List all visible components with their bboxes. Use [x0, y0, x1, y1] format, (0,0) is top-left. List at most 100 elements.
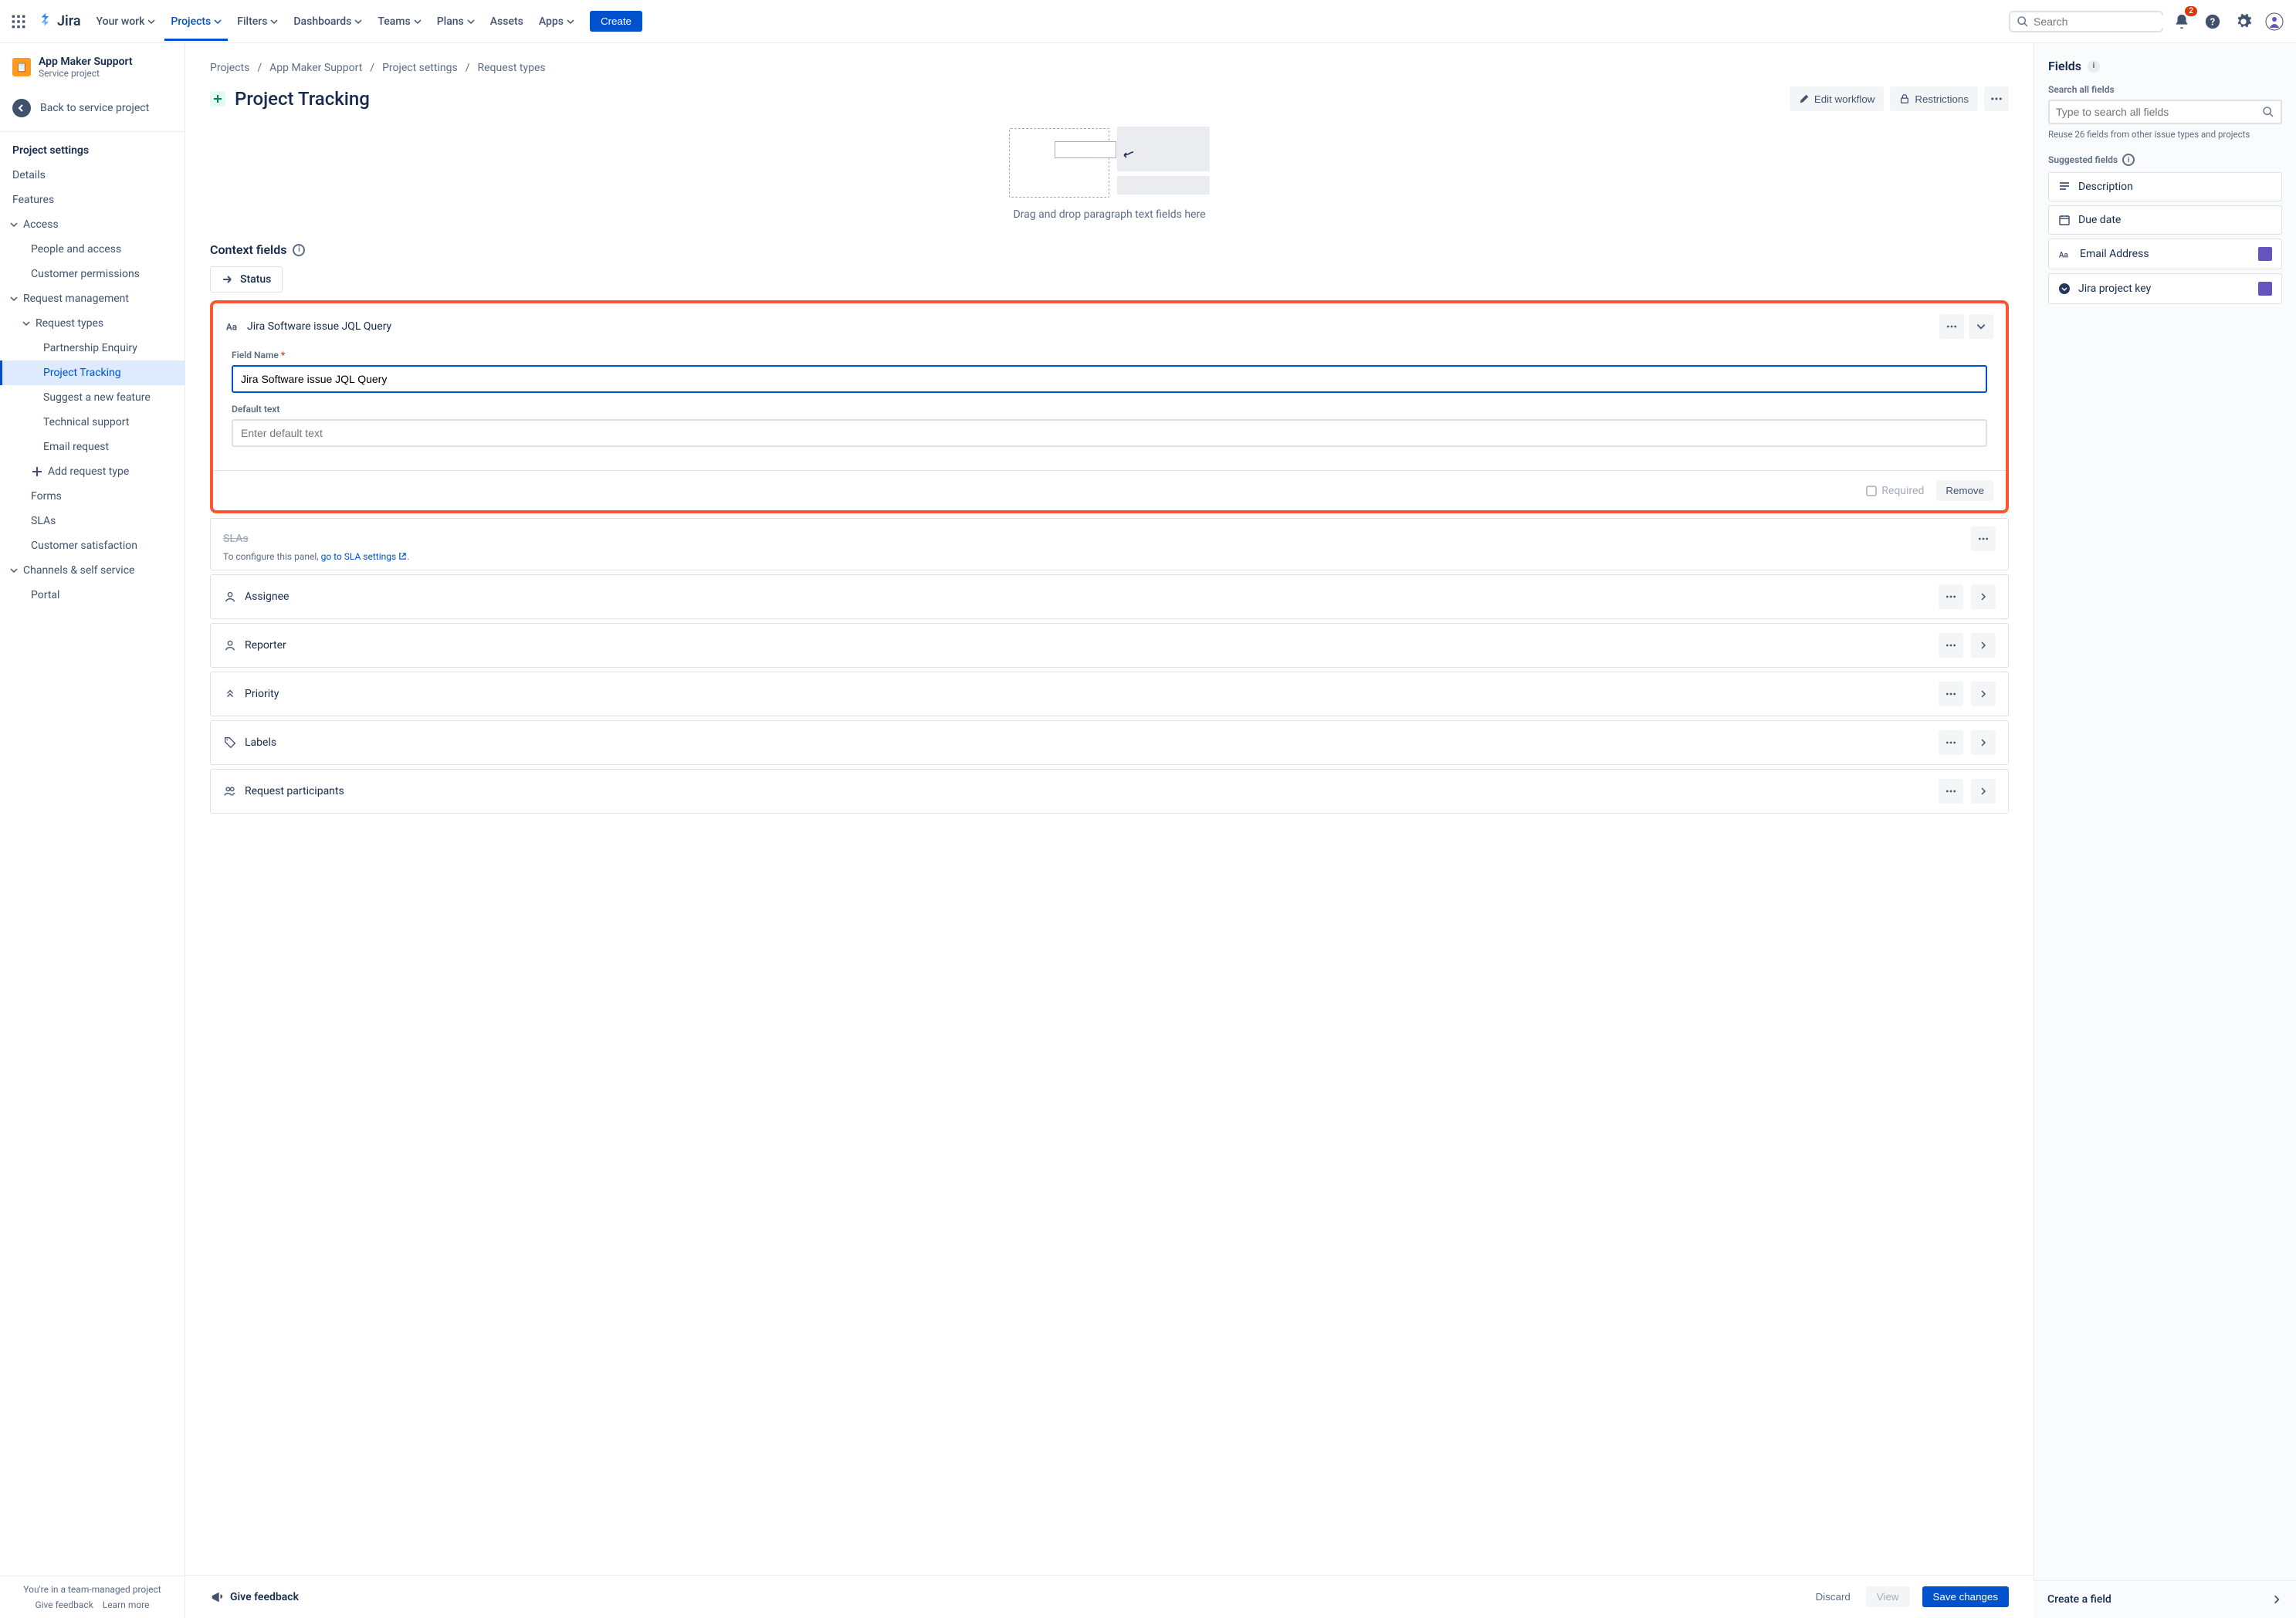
- row-more-button[interactable]: [1939, 584, 1963, 609]
- nav-dashboards[interactable]: Dashboards: [287, 2, 368, 41]
- sidebar-learn-more[interactable]: Learn more: [103, 1599, 150, 1610]
- sf-due-date[interactable]: Due date: [2048, 205, 2282, 235]
- more-actions-button[interactable]: [1984, 86, 2009, 111]
- project-type: Service project: [39, 68, 133, 79]
- fields-search[interactable]: [2048, 100, 2282, 124]
- sidebar-rt-email[interactable]: Email request: [0, 435, 185, 459]
- sidebar-rt-technical[interactable]: Technical support: [0, 410, 185, 435]
- restrictions-button[interactable]: Restrictions: [1890, 86, 1978, 111]
- sla-config-hint: To configure this panel, go to SLA setti…: [223, 551, 1996, 562]
- field-name-input[interactable]: [232, 365, 1987, 393]
- dropzone[interactable]: Drag and drop paragraph text fields here: [210, 127, 2009, 221]
- info-icon[interactable]: i: [2122, 154, 2135, 166]
- nav-teams[interactable]: Teams: [371, 2, 427, 41]
- sidebar-rt-partnership[interactable]: Partnership Enquiry: [0, 336, 185, 360]
- external-link-icon: [398, 552, 407, 560]
- required-checkbox[interactable]: Required: [1866, 485, 1924, 497]
- notifications-icon[interactable]: 2: [2169, 9, 2194, 34]
- sidebar-request-management[interactable]: Request management: [0, 286, 185, 311]
- edit-workflow-button[interactable]: Edit workflow: [1790, 86, 1885, 111]
- sf-email[interactable]: AaEmail Address: [2048, 239, 2282, 269]
- sidebar-details[interactable]: Details: [0, 163, 185, 188]
- sidebar-customer-permissions[interactable]: Customer permissions: [0, 262, 185, 286]
- project-avatar-icon: 📋: [12, 58, 31, 76]
- sf-description[interactable]: Description: [2048, 172, 2282, 201]
- row-expand-button[interactable]: [1971, 633, 1996, 658]
- sidebar-customer-satisfaction[interactable]: Customer satisfaction: [0, 533, 185, 558]
- ctx-row-reporter[interactable]: Reporter: [210, 623, 2009, 668]
- crumb-project-settings[interactable]: Project settings: [382, 62, 458, 74]
- sidebar-features[interactable]: Features: [0, 188, 185, 212]
- settings-icon[interactable]: [2231, 9, 2256, 34]
- info-icon[interactable]: i: [2088, 60, 2100, 73]
- back-to-project[interactable]: Back to service project: [0, 91, 185, 125]
- fields-search-input[interactable]: [2056, 106, 2262, 118]
- discard-button[interactable]: Discard: [1807, 1586, 1860, 1607]
- row-expand-button[interactable]: [1971, 779, 1996, 804]
- dropzone-text: Drag and drop paragraph text fields here: [210, 208, 2009, 221]
- search-icon: [2017, 15, 2029, 28]
- sidebar-channels[interactable]: Channels & self service: [0, 558, 185, 583]
- sidebar-rt-project-tracking[interactable]: Project Tracking: [0, 360, 185, 385]
- help-icon[interactable]: ?: [2200, 9, 2225, 34]
- sidebar-slas[interactable]: SLAs: [0, 509, 185, 533]
- sla-more-button[interactable]: [1971, 526, 1996, 551]
- row-more-button[interactable]: [1939, 633, 1963, 658]
- row-more-button[interactable]: [1939, 730, 1963, 755]
- back-arrow-icon: [12, 99, 31, 117]
- nav-apps[interactable]: Apps: [533, 2, 581, 41]
- sidebar-people-access[interactable]: People and access: [0, 237, 185, 262]
- nav-plans[interactable]: Plans: [431, 2, 481, 41]
- nav-your-work[interactable]: Your work: [90, 2, 162, 41]
- nav-projects[interactable]: Projects: [164, 2, 228, 41]
- sidebar-rt-suggest[interactable]: Suggest a new feature: [0, 385, 185, 410]
- sla-settings-link[interactable]: go to SLA settings: [321, 551, 408, 562]
- breadcrumb: Projects / App Maker Support / Project s…: [210, 62, 2009, 74]
- ctx-row-labels[interactable]: Labels: [210, 720, 2009, 765]
- ctx-row-assignee[interactable]: Assignee: [210, 574, 2009, 619]
- sidebar-access[interactable]: Access: [0, 212, 185, 237]
- crumb-request-types[interactable]: Request types: [477, 62, 545, 74]
- sidebar-forms[interactable]: Forms: [0, 484, 185, 509]
- row-more-button[interactable]: [1939, 682, 1963, 706]
- row-expand-button[interactable]: [1971, 730, 1996, 755]
- status-field[interactable]: Status: [210, 266, 283, 293]
- global-search[interactable]: [2009, 11, 2163, 32]
- request-type-icon: [210, 91, 225, 107]
- nav-assets[interactable]: Assets: [484, 2, 530, 41]
- info-icon[interactable]: i: [293, 244, 305, 256]
- sidebar-give-feedback[interactable]: Give feedback: [35, 1599, 93, 1610]
- nav-items: Your work Projects Filters Dashboards Te…: [90, 2, 581, 41]
- row-expand-button[interactable]: [1971, 584, 1996, 609]
- calendar-icon: [2058, 214, 2071, 226]
- sidebar-request-types[interactable]: Request types: [0, 311, 185, 336]
- search-input[interactable]: [2034, 15, 2173, 28]
- profile-icon[interactable]: [2262, 9, 2287, 34]
- ctx-row-priority[interactable]: Priority: [210, 672, 2009, 716]
- default-text-input[interactable]: [232, 419, 1987, 447]
- nav-filters[interactable]: Filters: [231, 2, 284, 41]
- ctx-row-participants[interactable]: Request participants: [210, 769, 2009, 814]
- search-all-fields-label: Search all fields: [2048, 84, 2282, 95]
- save-changes-button[interactable]: Save changes: [1922, 1586, 2009, 1607]
- chevron-down-icon: [9, 220, 19, 229]
- sidebar-footer: You're in a team-managed project Give fe…: [0, 1576, 185, 1618]
- jira-logo[interactable]: Jira: [37, 13, 81, 30]
- field-collapse-button[interactable]: [1969, 314, 1993, 339]
- sidebar-add-request-type[interactable]: Add request type: [0, 459, 185, 484]
- give-feedback-button[interactable]: Give feedback: [210, 1590, 299, 1604]
- sidebar-project-header[interactable]: 📋 App Maker Support Service project: [0, 43, 185, 91]
- crumb-app-maker[interactable]: App Maker Support: [269, 62, 362, 74]
- row-more-button[interactable]: [1939, 779, 1963, 804]
- sidebar-portal[interactable]: Portal: [0, 583, 185, 608]
- create-field-button[interactable]: Create a field: [2034, 1580, 2296, 1618]
- row-expand-button[interactable]: [1971, 682, 1996, 706]
- chevron-down-icon: [9, 566, 19, 575]
- sf-jira-project-key[interactable]: Jira project key: [2048, 273, 2282, 304]
- field-more-button[interactable]: [1939, 314, 1964, 339]
- app-switcher-icon[interactable]: [9, 12, 28, 31]
- remove-button[interactable]: Remove: [1936, 480, 1993, 501]
- lock-icon: [1899, 93, 1910, 104]
- crumb-projects[interactable]: Projects: [210, 62, 249, 74]
- create-button[interactable]: Create: [590, 11, 642, 32]
